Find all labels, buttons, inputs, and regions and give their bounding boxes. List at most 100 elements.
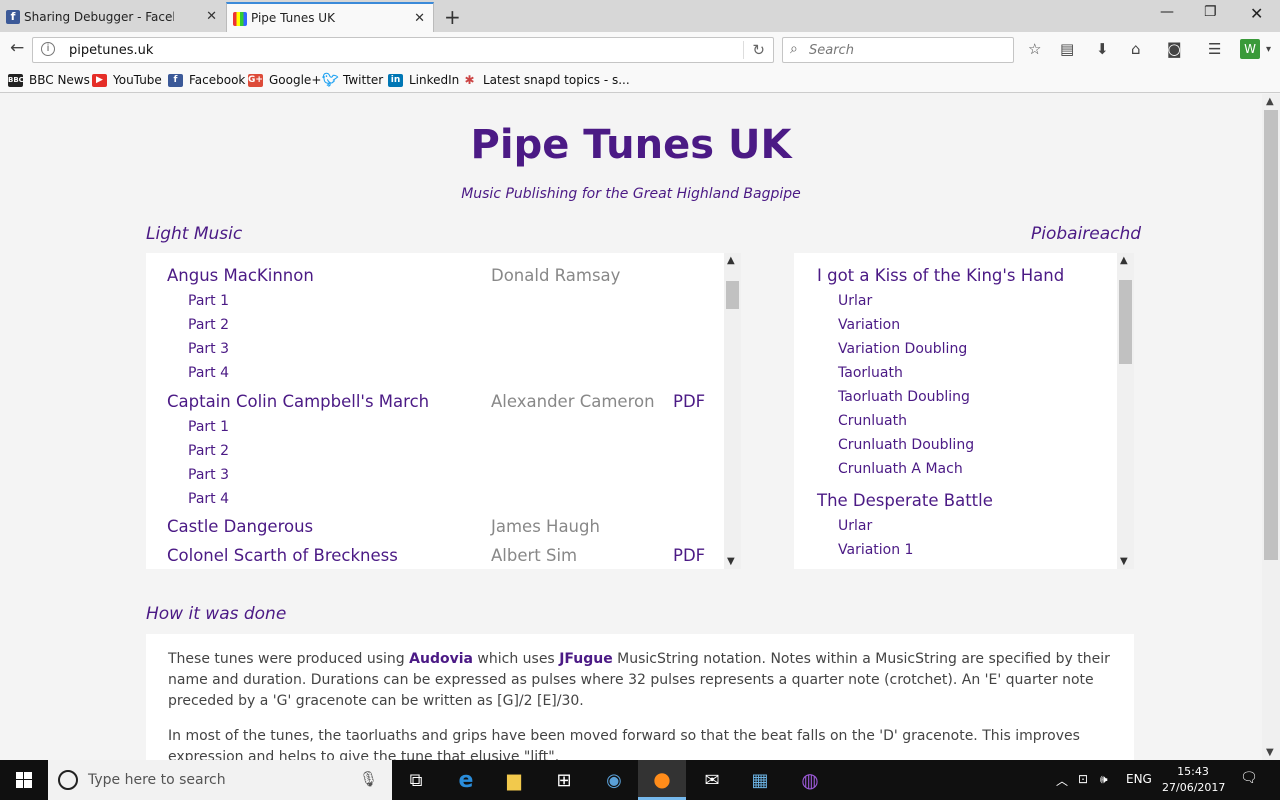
notifications-icon[interactable]: 🗨︎ (1240, 770, 1258, 786)
part-link[interactable]: Taorluath Doubling (838, 389, 970, 405)
part-link[interactable]: Crunluath Doubling (838, 437, 974, 453)
part-link[interactable]: Part 2 (188, 443, 229, 459)
text: which uses (472, 651, 560, 667)
page-content: Pipe Tunes UK Music Publishing for the G… (0, 94, 1262, 760)
volume-icon[interactable]: 🕪︎ (1100, 772, 1108, 787)
part-link[interactable]: Variation Doubling (838, 341, 967, 357)
task-view-icon[interactable]: ⧉ (392, 760, 440, 800)
close-icon[interactable]: ✕ (414, 11, 425, 26)
part-link[interactable]: Crunluath (838, 413, 907, 429)
language-indicator[interactable]: ENG (1126, 772, 1152, 786)
menu-icon[interactable]: ☰ (1208, 40, 1221, 58)
scroll-down-icon[interactable]: ▼ (1266, 747, 1274, 758)
scroll-thumb[interactable] (1119, 280, 1132, 364)
close-icon[interactable]: ✕ (206, 9, 217, 24)
part-link[interactable]: Variation (838, 317, 900, 333)
reading-list-icon[interactable]: ▤ (1060, 40, 1074, 58)
edge-icon[interactable]: e (442, 760, 490, 800)
bookmark-youtube[interactable]: ▶ YouTube (92, 73, 162, 87)
bookmark-twitter[interactable]: 🐦︎ Twitter (322, 73, 383, 87)
bookmark-star-icon[interactable]: ☆ (1028, 40, 1041, 58)
bookmark-facebook[interactable]: f Facebook (168, 73, 245, 87)
scroll-down-icon[interactable]: ▼ (727, 556, 735, 567)
scroll-up-icon[interactable]: ▲ (1120, 255, 1128, 266)
search-input[interactable]: ⌕ Search (782, 37, 1014, 63)
reload-icon[interactable]: ↻ (743, 41, 765, 59)
chevron-down-icon[interactable]: ▾ (1266, 44, 1271, 55)
restore-icon[interactable]: ❐ (1204, 4, 1217, 20)
microphone-icon[interactable]: 🎙︎ (359, 770, 378, 788)
part-link[interactable]: Urlar (838, 293, 872, 309)
firefox-icon[interactable]: ● (638, 760, 686, 800)
store-icon[interactable]: ⊞ (540, 760, 588, 800)
part-link[interactable]: Urlar (838, 518, 872, 534)
part-link[interactable]: Part 2 (188, 317, 229, 333)
bookmark-snapd[interactable]: ✱ Latest snapd topics - s... (462, 72, 629, 87)
tray-chevron-icon[interactable]: ︿ (1056, 772, 1068, 789)
new-tab-icon[interactable]: + (444, 5, 461, 29)
thunderbird-icon[interactable]: ◉ (590, 760, 638, 800)
tab-title: Sharing Debugger - Facebook (24, 10, 174, 24)
pocket-icon[interactable]: ◙ (1167, 40, 1182, 58)
clock[interactable]: 15:43 27/06/2017 (1162, 764, 1225, 796)
home-icon[interactable]: ⌂ (1131, 40, 1141, 58)
snapd-icon: ✱ (464, 72, 475, 87)
part-link[interactable]: Part 1 (188, 293, 229, 309)
part-link[interactable]: Crunluath A Mach (838, 461, 963, 477)
part-link[interactable]: Taorluath (838, 365, 903, 381)
tune-link[interactable]: Colonel Scarth of Breckness (167, 546, 398, 565)
tune-link[interactable]: Captain Colin Campbell's March (167, 392, 429, 411)
composer: Donald Ramsay (491, 266, 621, 285)
part-link[interactable]: Variation 1 (838, 542, 913, 558)
part-link[interactable]: Part 3 (188, 341, 229, 357)
info-icon[interactable]: i (41, 42, 55, 56)
tune-link[interactable]: Castle Dangerous (167, 517, 313, 536)
taskbar-search[interactable]: Type here to search 🎙︎ (48, 760, 392, 800)
list-scrollbar[interactable]: ▲ ▼ (724, 253, 741, 569)
tab-pipe-tunes[interactable]: Pipe Tunes UK ✕ (226, 2, 434, 32)
scroll-thumb[interactable] (726, 281, 739, 309)
mail-icon[interactable]: ✉ (688, 760, 736, 800)
extension-icon[interactable]: W (1240, 39, 1260, 59)
back-icon[interactable]: ← (10, 38, 24, 58)
bookmark-bbc-news[interactable]: BBC BBC News (8, 73, 90, 87)
pdf-link[interactable]: PDF (673, 546, 705, 565)
scroll-down-icon[interactable]: ▼ (1120, 556, 1128, 567)
linkedin-icon: in (388, 73, 403, 87)
tune-link[interactable]: The Desperate Battle (817, 491, 993, 510)
download-icon[interactable]: ⬇ (1096, 40, 1109, 58)
network-icon[interactable]: ⊡ (1078, 772, 1088, 786)
part-link[interactable]: Part 1 (188, 419, 229, 435)
tab-sharing-debugger[interactable]: f Sharing Debugger - Facebook ✕ (0, 2, 225, 32)
page-title: Pipe Tunes UK (470, 122, 792, 168)
bookmark-google-plus[interactable]: G+ Google+ (248, 73, 321, 87)
app-icon[interactable]: ◍ (786, 760, 834, 800)
url-text[interactable]: pipetunes.uk (69, 43, 153, 58)
file-explorer-icon[interactable]: ▆ (490, 760, 538, 800)
tune-link[interactable]: I got a Kiss of the King's Hand (817, 266, 1064, 285)
part-link[interactable]: Part 3 (188, 467, 229, 483)
bookmark-label: LinkedIn (409, 73, 460, 87)
start-button[interactable] (0, 760, 48, 800)
light-music-list[interactable]: Angus MacKinnon Donald Ramsay Part 1 Par… (146, 253, 741, 569)
url-bar[interactable]: i pipetunes.uk ↻ (32, 37, 774, 63)
part-link[interactable]: Part 4 (188, 365, 229, 381)
piobaireachd-list[interactable]: I got a Kiss of the King's Hand Urlar Va… (794, 253, 1134, 569)
bookmark-label: Facebook (189, 73, 246, 87)
cortana-icon (58, 770, 78, 790)
jfugue-link[interactable]: JFugue (559, 651, 613, 667)
part-link[interactable]: Part 4 (188, 491, 229, 507)
pdf-link[interactable]: PDF (673, 392, 705, 411)
minimize-icon[interactable]: — (1160, 4, 1174, 20)
audovia-link[interactable]: Audovia (409, 651, 473, 667)
list-scrollbar[interactable]: ▲ ▼ (1117, 253, 1134, 569)
scroll-up-icon[interactable]: ▲ (727, 255, 735, 266)
bookmark-linkedin[interactable]: in LinkedIn (388, 73, 459, 87)
audovia-app-icon[interactable]: ▦ (736, 760, 784, 800)
page-scrollbar[interactable]: ▲ ▼ (1262, 94, 1280, 760)
window-close-icon[interactable]: ✕ (1250, 4, 1263, 23)
tune-link[interactable]: Angus MacKinnon (167, 266, 314, 285)
scroll-up-icon[interactable]: ▲ (1266, 96, 1274, 107)
bookmark-label: BBC News (29, 73, 90, 87)
scroll-thumb[interactable] (1264, 110, 1278, 560)
